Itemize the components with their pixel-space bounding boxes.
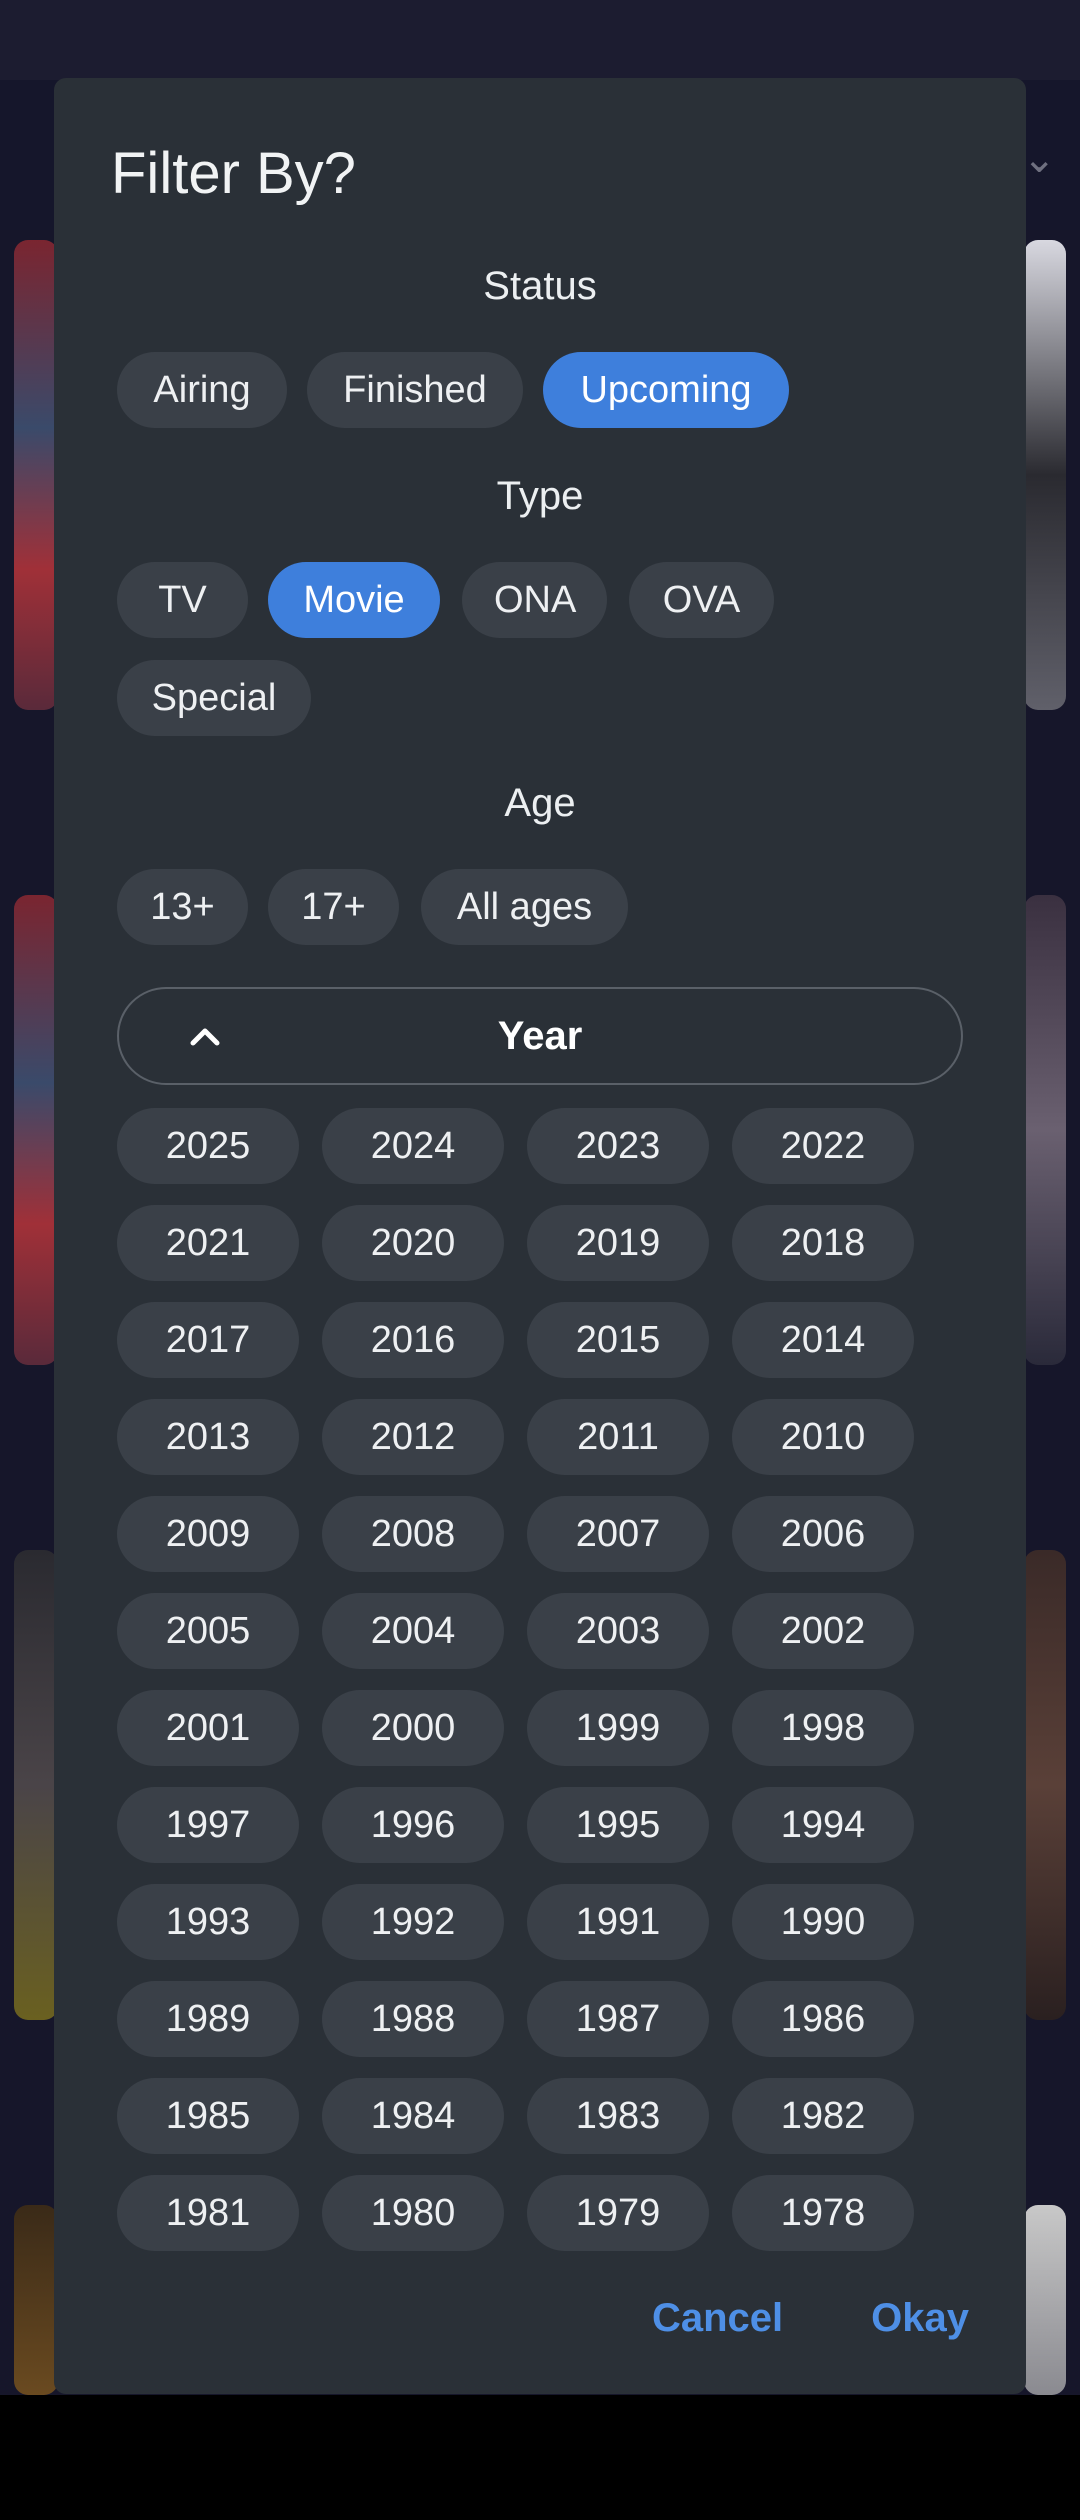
year-chip[interactable]: 2018 xyxy=(732,1205,914,1281)
okay-button[interactable]: Okay xyxy=(871,2278,969,2358)
type-chip-ova[interactable]: OVA xyxy=(629,562,774,638)
year-chip[interactable]: 1988 xyxy=(322,1981,504,2057)
year-chip[interactable]: 2017 xyxy=(117,1302,299,1378)
year-chip[interactable]: 1993 xyxy=(117,1884,299,1960)
background-anime-poster xyxy=(1024,895,1066,1365)
year-chip[interactable]: 1992 xyxy=(322,1884,504,1960)
year-chip[interactable]: 1984 xyxy=(322,2078,504,2154)
year-chip[interactable]: 1980 xyxy=(322,2175,504,2251)
year-chip[interactable]: 2003 xyxy=(527,1593,709,1669)
year-chip[interactable]: 2021 xyxy=(117,1205,299,1281)
age-chip-13plus[interactable]: 13+ xyxy=(117,869,248,945)
year-chip[interactable]: 2012 xyxy=(322,1399,504,1475)
year-chip[interactable]: 1994 xyxy=(732,1787,914,1863)
age-chip-all-ages[interactable]: All ages xyxy=(421,869,628,945)
year-chip[interactable]: 1999 xyxy=(527,1690,709,1766)
background-anime-poster xyxy=(1024,2205,1066,2395)
type-section-label: Type xyxy=(496,474,584,518)
type-chip-tv[interactable]: TV xyxy=(117,562,248,638)
year-chip[interactable]: 1981 xyxy=(117,2175,299,2251)
year-chip[interactable]: 2007 xyxy=(527,1496,709,1572)
year-chip[interactable]: 2000 xyxy=(322,1690,504,1766)
background-anime-poster xyxy=(14,1550,58,2020)
bottom-navigation-bar xyxy=(0,2395,1080,2520)
year-chip[interactable]: 1998 xyxy=(732,1690,914,1766)
year-chip[interactable]: 1996 xyxy=(322,1787,504,1863)
status-section-label: Status xyxy=(483,264,597,308)
year-chip[interactable]: 2008 xyxy=(322,1496,504,1572)
year-chip[interactable]: 1983 xyxy=(527,2078,709,2154)
year-chip[interactable]: 2001 xyxy=(117,1690,299,1766)
dialog-title: Filter By? xyxy=(111,141,356,206)
status-chip-upcoming[interactable]: Upcoming xyxy=(543,352,789,428)
chevron-down-icon: ⌄ xyxy=(1022,137,1056,181)
year-chip[interactable]: 2022 xyxy=(732,1108,914,1184)
cancel-button[interactable]: Cancel xyxy=(652,2278,783,2358)
year-chip[interactable]: 1997 xyxy=(117,1787,299,1863)
year-chip[interactable]: 1978 xyxy=(732,2175,914,2251)
age-chip-17plus[interactable]: 17+ xyxy=(268,869,399,945)
year-chip[interactable]: 2024 xyxy=(322,1108,504,1184)
background-anime-poster xyxy=(14,2205,58,2395)
type-chip-special[interactable]: Special xyxy=(117,660,311,736)
year-chip[interactable]: 1987 xyxy=(527,1981,709,2057)
year-chip[interactable]: 1986 xyxy=(732,1981,914,2057)
year-chip[interactable]: 1985 xyxy=(117,2078,299,2154)
year-chip[interactable]: 2005 xyxy=(117,1593,299,1669)
year-chip[interactable]: 2016 xyxy=(322,1302,504,1378)
background-anime-poster xyxy=(1024,1550,1066,2020)
status-bar xyxy=(0,0,1080,80)
year-expand-toggle[interactable]: Year xyxy=(117,987,963,1085)
year-chip[interactable]: 2004 xyxy=(322,1593,504,1669)
status-chip-airing[interactable]: Airing xyxy=(117,352,287,428)
year-chip[interactable]: 2009 xyxy=(117,1496,299,1572)
year-chip[interactable]: 1991 xyxy=(527,1884,709,1960)
year-chip[interactable]: 1982 xyxy=(732,2078,914,2154)
year-chip[interactable]: 1990 xyxy=(732,1884,914,1960)
background-anime-poster xyxy=(14,240,58,710)
year-chip[interactable]: 2020 xyxy=(322,1205,504,1281)
year-chip[interactable]: 2023 xyxy=(527,1108,709,1184)
status-chip-finished[interactable]: Finished xyxy=(307,352,523,428)
type-chip-ona[interactable]: ONA xyxy=(462,562,607,638)
year-chip[interactable]: 1989 xyxy=(117,1981,299,2057)
year-toggle-label: Year xyxy=(497,1014,583,1058)
year-chip[interactable]: 2013 xyxy=(117,1399,299,1475)
year-chip[interactable]: 2014 xyxy=(732,1302,914,1378)
year-chip[interactable]: 2015 xyxy=(527,1302,709,1378)
year-chip[interactable]: 2010 xyxy=(732,1399,914,1475)
age-section-label: Age xyxy=(504,781,576,825)
year-chip[interactable]: 2002 xyxy=(732,1593,914,1669)
year-options-scroll[interactable]: 2025 2024 2023 2022 2021 2020 2019 2018 2017 2016… xyxy=(54,1108,1026,2306)
year-chip[interactable]: 1979 xyxy=(527,2175,709,2251)
year-chip[interactable]: 1995 xyxy=(527,1787,709,1863)
background-anime-poster xyxy=(14,895,58,1365)
year-chip[interactable]: 2006 xyxy=(732,1496,914,1572)
type-chip-movie[interactable]: Movie xyxy=(268,562,440,638)
background-anime-poster xyxy=(1024,240,1066,710)
year-options-grid: 2025 2024 2023 2022 2021 2020 2019 2018 2017 2016… xyxy=(117,1108,947,2251)
year-chip[interactable]: 2025 xyxy=(117,1108,299,1184)
year-chip[interactable]: 2011 xyxy=(527,1399,709,1475)
year-chip[interactable]: 2019 xyxy=(527,1205,709,1281)
dialog-actions: Cancel Okay xyxy=(652,2278,969,2358)
filter-dialog: Filter By? Status Airing Finished Upcomi… xyxy=(54,78,1026,2394)
